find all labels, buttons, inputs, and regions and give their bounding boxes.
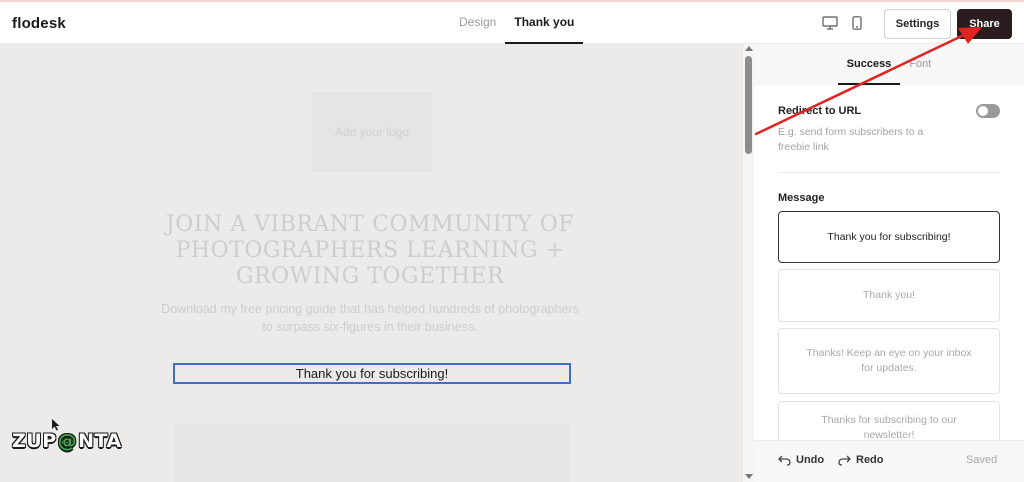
- thank-you-message-preview[interactable]: Thank you for subscribing!: [173, 363, 571, 384]
- divider: [778, 172, 1000, 173]
- message-option-text: Thanks! Keep an eye on your inbox for up…: [806, 347, 972, 374]
- redo-icon: [838, 455, 851, 466]
- top-bar: flodesk Design Thank you Settings Share: [0, 0, 1024, 44]
- redo-button[interactable]: Redo: [838, 454, 884, 466]
- redo-label: Redo: [856, 454, 884, 466]
- tab-font[interactable]: Font: [900, 44, 940, 85]
- watermark-text-right: NTA: [78, 430, 122, 452]
- redirect-url-toggle[interactable]: [976, 104, 1000, 118]
- settings-button[interactable]: Settings: [884, 9, 951, 39]
- panel-body: Redirect to URL E.g. send form subscribe…: [754, 86, 1024, 440]
- message-option-1[interactable]: Thank you for subscribing!: [778, 211, 1000, 263]
- mobile-icon[interactable]: [852, 16, 862, 35]
- undo-button[interactable]: Undo: [778, 454, 824, 466]
- redirect-url-label: Redirect to URL: [778, 105, 862, 117]
- cursor-icon: [52, 419, 60, 431]
- scroll-down-icon[interactable]: [745, 474, 753, 479]
- message-label: Message: [778, 192, 825, 204]
- scroll-thumb[interactable]: [745, 56, 752, 154]
- panel-tabs: Success Font: [754, 44, 1024, 86]
- undo-icon: [778, 455, 791, 466]
- canvas-scrollbar[interactable]: [742, 44, 754, 482]
- message-option-3[interactable]: Thanks! Keep an eye on your inbox for up…: [778, 328, 1000, 394]
- tab-success[interactable]: Success: [837, 44, 901, 85]
- watermark-logo: ZUP @ NTA: [12, 419, 122, 452]
- share-button[interactable]: Share: [957, 9, 1012, 39]
- logo-placeholder[interactable]: Add your logo: [312, 92, 432, 172]
- form-headline[interactable]: JOIN A VIBRANT COMMUNITY OF PHOTOGRAPHER…: [150, 212, 590, 290]
- message-option-2[interactable]: Thank you!: [778, 269, 1000, 322]
- watermark-at: @: [57, 430, 78, 452]
- message-option-text: Thank you for subscribing!: [827, 230, 951, 243]
- toggle-knob: [978, 106, 988, 116]
- scroll-up-icon[interactable]: [745, 46, 753, 51]
- logo-placeholder-label: Add your logo: [334, 125, 410, 139]
- panel-footer: Undo Redo Saved: [754, 440, 1024, 482]
- tab-thank-you[interactable]: Thank you: [505, 2, 584, 44]
- message-option-4[interactable]: Thanks for subscribing to our newsletter…: [778, 401, 1000, 440]
- tab-design[interactable]: Design: [450, 2, 505, 44]
- save-status: Saved: [966, 454, 998, 466]
- redirect-url-help: E.g. send form subscribers to a freebie …: [778, 126, 924, 153]
- message-option-text: Thank you!: [863, 289, 915, 301]
- undo-label: Undo: [796, 454, 825, 466]
- desktop-icon[interactable]: [822, 16, 838, 35]
- settings-panel: Success Font Redirect to URL E.g. send f…: [754, 44, 1024, 482]
- message-option-text: Thanks for subscribing to our newsletter…: [821, 414, 957, 440]
- form-preview-canvas: Add your logo JOIN A VIBRANT COMMUNITY O…: [0, 44, 742, 482]
- watermark-text-left: ZUP: [12, 430, 57, 452]
- form-subtext[interactable]: Download my free pricing guide that has …: [160, 300, 580, 336]
- device-preview-toggle: [822, 16, 862, 35]
- editor-tabs: Design Thank you: [450, 2, 584, 44]
- image-placeholder: [175, 424, 570, 482]
- brand-logo[interactable]: flodesk: [12, 15, 66, 32]
